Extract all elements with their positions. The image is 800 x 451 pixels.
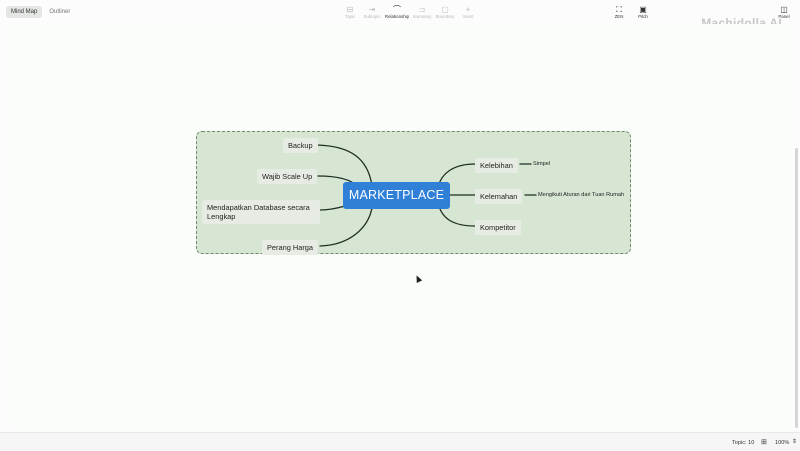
zoom-level[interactable]: 100% — [775, 440, 789, 447]
pitch-icon: ▣ — [639, 5, 647, 14]
insert-tool-button[interactable]: + Insert — [455, 5, 481, 20]
tab-outliner[interactable]: Outliner — [44, 6, 75, 18]
topic-perang-harga[interactable]: Perang Harga — [262, 240, 319, 255]
subtopic-mengikuti-aturan[interactable]: Mengikuti Aturan dari Tuan Rumah — [538, 192, 624, 199]
panel-icon: ◫ — [780, 5, 788, 14]
topic-count: Topic: 10 — [732, 440, 755, 446]
top-toolbar: Mind Map Outliner ⊟ Topic ⇥ Subtopic ⌒ R… — [0, 0, 800, 24]
topic-wajib-scale-up[interactable]: Wajib Scale Up — [257, 169, 318, 184]
insert-icon: + — [465, 5, 471, 14]
subtopic-icon: ⇥ — [368, 5, 376, 14]
vertical-scrollbar[interactable] — [795, 148, 798, 428]
zen-button[interactable]: ⛶ ZEN — [606, 5, 632, 20]
subtopic-simpel[interactable]: Simpel — [533, 161, 550, 168]
pitch-button[interactable]: ▣ Pitch — [630, 5, 656, 20]
topic-kelebihan[interactable]: Kelebihan — [475, 158, 518, 173]
relationship-tool-button[interactable]: ⌒ Relationship — [384, 5, 410, 20]
view-toggle: Mind Map Outliner — [6, 6, 75, 18]
status-bar — [0, 432, 800, 451]
subtopic-tool-button[interactable]: ⇥ Subtopic — [359, 5, 385, 20]
central-topic[interactable]: MARKETPLACE — [343, 182, 450, 209]
relationship-icon: ⌒ — [393, 5, 401, 14]
topic-mendapatkan-database[interactable]: Mendapatkan Database secara Lengkap — [202, 200, 320, 224]
map-icon[interactable]: ⊞ — [761, 439, 767, 446]
topic-kelemahan[interactable]: Kelemahan — [475, 189, 523, 204]
topic-kompetitor[interactable]: Kompetitor — [475, 220, 521, 235]
zen-icon: ⛶ — [616, 5, 622, 14]
tab-mind-map[interactable]: Mind Map — [6, 6, 43, 18]
topic-backup[interactable]: Backup — [283, 138, 318, 153]
zoom-stepper-icon[interactable]: ⇕ — [792, 439, 797, 446]
